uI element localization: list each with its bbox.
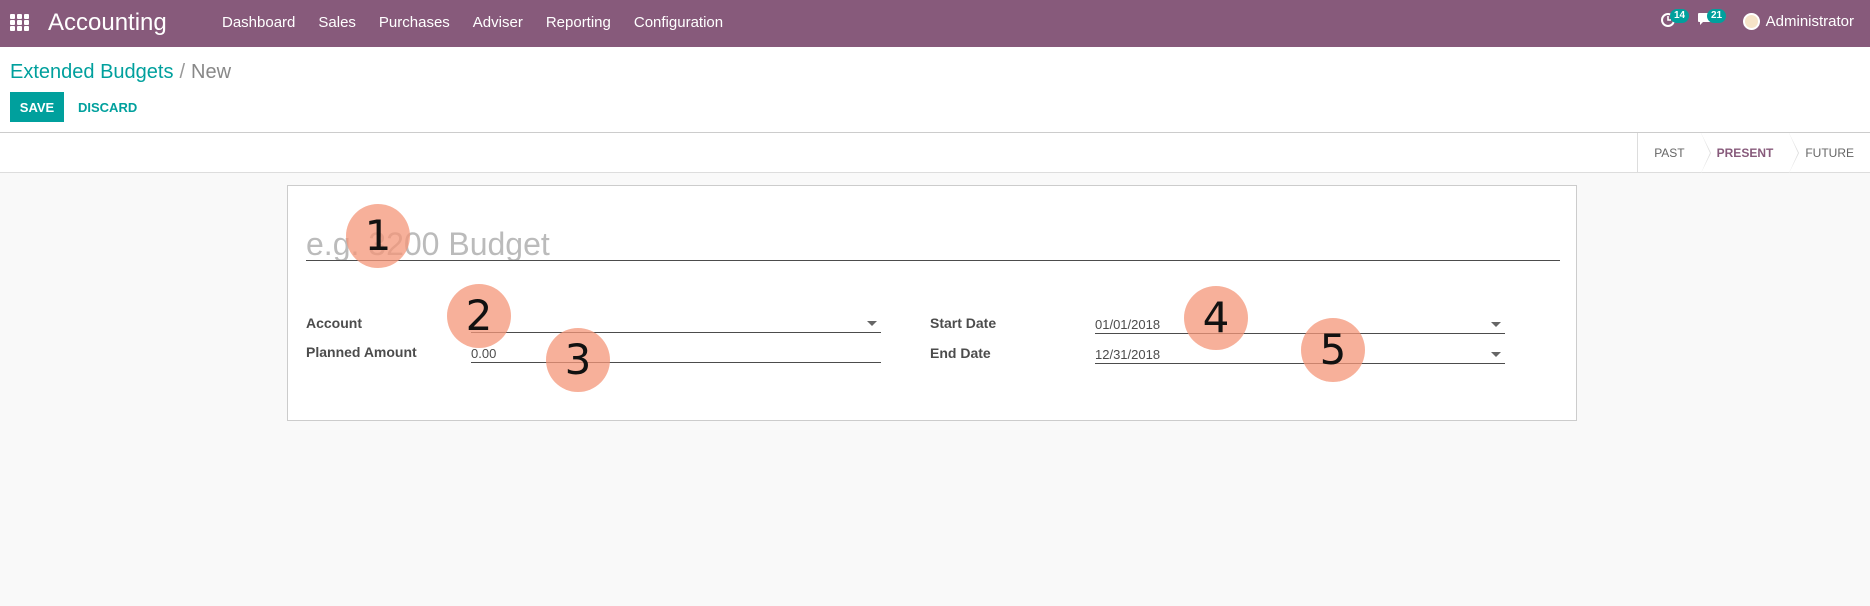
avatar [1742, 13, 1760, 30]
account-field[interactable] [471, 313, 881, 333]
breadcrumb-current: New [191, 61, 232, 83]
end-date-field[interactable]: 12/31/2018 [1095, 344, 1505, 364]
control-panel: Extended Budgets / New SAVE DISCARD [0, 47, 1870, 133]
discard-button[interactable]: DISCARD [78, 92, 137, 122]
end-date-value: 12/31/2018 [1095, 347, 1161, 362]
message-count-badge: 21 [1707, 9, 1727, 23]
end-date-label: End Date [930, 345, 991, 361]
activity-tray[interactable]: 14 [1660, 9, 1690, 33]
save-button[interactable]: SAVE [10, 92, 64, 122]
breadcrumb: Extended Budgets / New [10, 61, 231, 84]
statusbar: PAST PRESENT FUTURE [0, 133, 1870, 173]
start-date-field[interactable]: 01/01/2018 [1095, 314, 1505, 334]
annotation-marker-1: 1 [346, 204, 410, 268]
menu-item-sales[interactable]: Sales [318, 14, 356, 31]
activity-count-badge: 14 [1670, 9, 1690, 23]
annotation-marker-5: 5 [1301, 318, 1365, 382]
start-date-label: Start Date [930, 315, 997, 331]
start-date-dropdown-caret-icon[interactable] [1491, 322, 1501, 327]
stage-present[interactable]: PRESENT [1701, 133, 1799, 173]
annotation-marker-4: 4 [1184, 286, 1248, 350]
user-menu[interactable]: Administrator [1742, 13, 1854, 30]
stage-past[interactable]: PAST [1638, 133, 1712, 173]
annotation-marker-2: 2 [447, 284, 511, 348]
messages-tray[interactable]: 21 [1697, 9, 1727, 32]
menu-item-reporting[interactable]: Reporting [546, 14, 611, 31]
account-dropdown-caret-icon[interactable] [867, 321, 877, 326]
account-label: Account [306, 315, 362, 331]
app-title[interactable]: Accounting [48, 9, 167, 37]
planned-amount-value: 0.00 [471, 346, 497, 361]
breadcrumb-separator: / [179, 61, 186, 83]
apps-grid-icon[interactable] [10, 14, 30, 32]
stage-future[interactable]: FUTURE [1789, 133, 1870, 173]
top-navbar: Accounting Dashboard Sales Purchases Adv… [0, 0, 1870, 47]
planned-amount-field[interactable]: 0.00 [471, 343, 881, 363]
planned-amount-label: Planned Amount [306, 344, 417, 360]
menu-item-dashboard[interactable]: Dashboard [222, 14, 295, 31]
start-date-value: 01/01/2018 [1095, 317, 1161, 332]
menu-item-configuration[interactable]: Configuration [634, 14, 723, 31]
menu-item-purchases[interactable]: Purchases [379, 14, 450, 31]
user-name: Administrator [1765, 13, 1854, 30]
end-date-dropdown-caret-icon[interactable] [1491, 352, 1501, 357]
main-menu: Dashboard Sales Purchases Adviser Report… [222, 14, 746, 31]
breadcrumb-parent-link[interactable]: Extended Budgets [10, 61, 173, 83]
stage-selector: PAST PRESENT FUTURE [1637, 133, 1870, 173]
menu-item-adviser[interactable]: Adviser [473, 14, 523, 31]
budget-name-input[interactable] [306, 228, 1560, 261]
annotation-marker-3: 3 [546, 328, 610, 392]
